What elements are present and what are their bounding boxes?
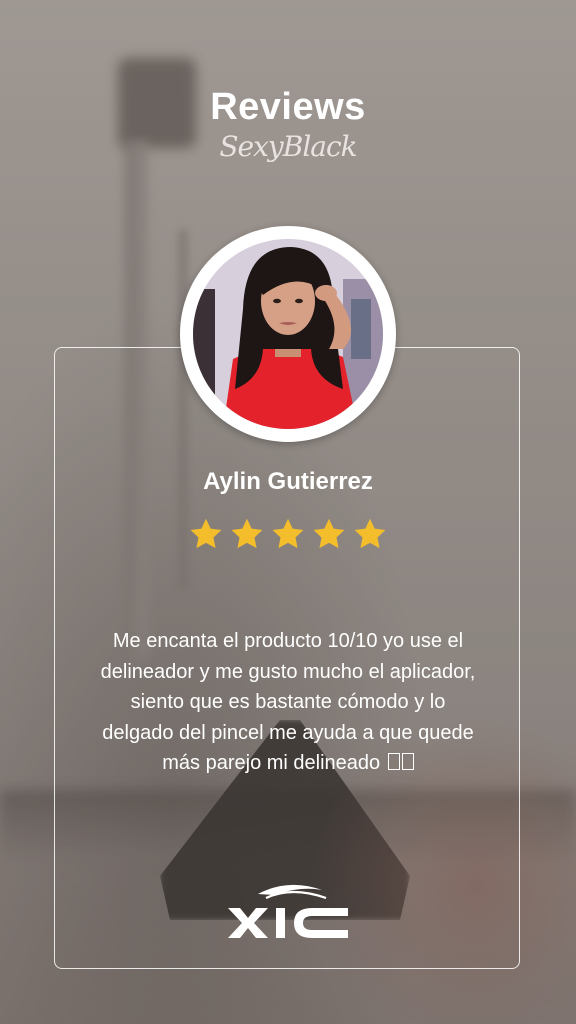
star-icon [354, 518, 386, 549]
star-icon [190, 518, 222, 549]
star-icon [272, 518, 304, 549]
avatar-photo [193, 239, 383, 429]
avatar-portrait-icon [193, 239, 383, 429]
star-icon [231, 518, 263, 549]
review-text-block: Me encanta el producto 10/10 yo use el d… [100, 626, 476, 779]
page-title: Reviews [210, 86, 366, 128]
emoji-icon [387, 753, 400, 770]
star-rating [188, 516, 388, 554]
xic-logo [228, 884, 348, 938]
reviewer-name: Aylin Gutierrez [203, 468, 373, 495]
review-screen: Reviews SexyBlack Aylin Gutierrez Me enc… [0, 0, 576, 1024]
avatar [180, 226, 396, 442]
brand-subtitle: SexyBlack [219, 130, 357, 163]
star-icon [313, 518, 345, 549]
review-text: Me encanta el producto 10/10 yo use el d… [100, 630, 476, 774]
emoji-icon [401, 753, 414, 770]
